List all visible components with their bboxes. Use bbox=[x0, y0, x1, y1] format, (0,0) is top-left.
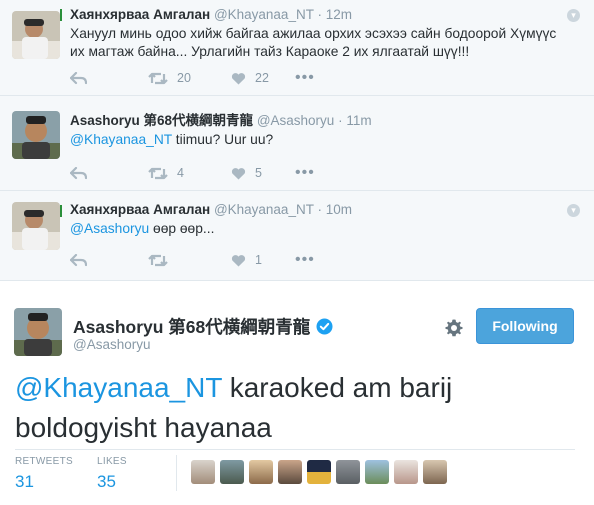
conversation-thread: Хаянхярваа Амгалан @Khayanaa_NT · 12m Ха… bbox=[0, 0, 594, 281]
user-handle[interactable]: @Asashoryu bbox=[257, 113, 335, 128]
retweet-icon bbox=[148, 167, 168, 179]
tweet-body: өөр өөр... bbox=[149, 221, 215, 236]
liker-avatar[interactable] bbox=[191, 460, 215, 484]
avatar[interactable] bbox=[12, 111, 60, 159]
retweet-icon bbox=[148, 254, 168, 266]
tweet-text: @Asashoryu өөр өөр... bbox=[70, 220, 594, 238]
avatar[interactable] bbox=[12, 202, 60, 250]
timestamp[interactable]: 11m bbox=[346, 113, 371, 128]
like-button[interactable]: 1 bbox=[231, 253, 295, 267]
divider bbox=[15, 449, 575, 450]
retweet-count: 20 bbox=[177, 71, 191, 85]
retweet-icon bbox=[148, 72, 168, 84]
retweet-count: 31 bbox=[15, 472, 34, 491]
liker-avatar[interactable] bbox=[336, 460, 360, 484]
display-name-text: Asashoryu 第68代横綱朝青龍 bbox=[73, 317, 311, 337]
verified-badge-icon bbox=[316, 318, 333, 335]
following-button[interactable]: Following bbox=[476, 308, 574, 344]
tweet-text: @Khayanaa_NT karaoked am barij boldogyis… bbox=[15, 368, 580, 448]
separator: · bbox=[317, 202, 322, 217]
permalink-tweet: Asashoryu 第68代横綱朝青龍 @Asashoryu Following… bbox=[0, 287, 594, 505]
display-name[interactable]: Asashoryu 第68代横綱朝青龍 bbox=[73, 314, 333, 339]
reply-button[interactable] bbox=[70, 71, 148, 85]
thread-tweet[interactable]: Хаянхярваа Амгалан @Khayanaa_NT · 12m Ха… bbox=[0, 0, 594, 96]
retweets-stat[interactable]: RETWEETS 31 bbox=[15, 456, 73, 492]
liker-avatar[interactable] bbox=[220, 460, 244, 484]
reply-icon bbox=[70, 253, 87, 266]
tweet-actions: 20 22 ••• bbox=[70, 67, 315, 89]
tweet-text: Хануул минь одоо хийж байгаа ажилаа орхи… bbox=[70, 26, 557, 59]
reply-icon bbox=[70, 166, 87, 179]
like-count: 22 bbox=[255, 71, 269, 85]
like-icon bbox=[231, 72, 246, 84]
separator: · bbox=[317, 7, 322, 22]
user-handle[interactable]: @Khayanaa_NT bbox=[214, 202, 314, 217]
avatar[interactable] bbox=[12, 11, 60, 59]
like-count: 35 bbox=[97, 472, 116, 491]
tweet-body: tiimuu? Uur uu? bbox=[171, 132, 274, 147]
mention-link[interactable]: @Asashoryu bbox=[70, 221, 149, 236]
reply-icon bbox=[70, 71, 87, 84]
liker-avatar[interactable] bbox=[394, 460, 418, 484]
retweet-count: 4 bbox=[177, 166, 184, 180]
display-name[interactable]: Asashoryu 第68代横綱朝青龍 bbox=[70, 113, 253, 128]
tweet-header: Хаянхярваа Амгалан @Khayanaa_NT · 12m bbox=[70, 0, 594, 24]
more-icon[interactable]: ••• bbox=[295, 69, 315, 87]
tweet-text: @Khayanaa_NT tiimuu? Uur uu? bbox=[70, 131, 594, 149]
tweet-actions: 1 ••• bbox=[70, 249, 315, 271]
liker-avatar[interactable] bbox=[307, 460, 331, 484]
user-handle[interactable]: @Khayanaa_NT bbox=[214, 7, 314, 22]
liker-avatars bbox=[191, 460, 452, 484]
liker-avatar[interactable] bbox=[278, 460, 302, 484]
timestamp[interactable]: 10m bbox=[326, 202, 352, 217]
more-icon[interactable]: ••• bbox=[295, 251, 315, 269]
like-button[interactable]: 5 bbox=[231, 166, 295, 180]
conversation-connector bbox=[60, 9, 62, 21]
likes-stat[interactable]: LIKES 35 bbox=[97, 456, 127, 492]
divider bbox=[176, 455, 177, 491]
mention-link[interactable]: @Khayanaa_NT bbox=[15, 372, 222, 403]
like-count: 5 bbox=[255, 166, 262, 180]
display-name[interactable]: Хаянхярваа Амгалан bbox=[70, 202, 210, 217]
display-name[interactable]: Хаянхярваа Амгалан bbox=[70, 7, 210, 22]
like-icon bbox=[231, 254, 246, 266]
thread-tweet[interactable]: Asashoryu 第68代横綱朝青龍 @Asashoryu · 11m @Kh… bbox=[0, 96, 594, 191]
reply-button[interactable] bbox=[70, 166, 148, 180]
liker-avatar[interactable] bbox=[423, 460, 447, 484]
caret-down-icon[interactable]: ▾ bbox=[567, 204, 580, 217]
conversation-connector bbox=[60, 205, 62, 217]
retweet-button[interactable] bbox=[148, 254, 231, 267]
liker-avatar[interactable] bbox=[365, 460, 389, 484]
reply-button[interactable] bbox=[70, 253, 148, 267]
user-handle[interactable]: @Asashoryu bbox=[73, 337, 151, 352]
caret-down-icon[interactable]: ▾ bbox=[567, 9, 580, 22]
tweet-header: Asashoryu 第68代横綱朝青龍 @Asashoryu · 11m bbox=[70, 96, 594, 130]
like-button[interactable]: 22 bbox=[231, 71, 295, 85]
more-icon[interactable]: ••• bbox=[295, 164, 315, 182]
mention-link[interactable]: @Khayanaa_NT bbox=[70, 132, 172, 147]
stat-label: RETWEETS bbox=[15, 456, 73, 467]
tweet-header: Хаянхярваа Амгалан @Khayanaa_NT · 10m bbox=[70, 191, 594, 219]
liker-avatar[interactable] bbox=[249, 460, 273, 484]
thread-tweet[interactable]: Хаянхярваа Амгалан @Khayanaa_NT · 10m @A… bbox=[0, 191, 594, 281]
like-icon bbox=[231, 167, 246, 179]
timestamp[interactable]: 12m bbox=[326, 7, 352, 22]
stat-label: LIKES bbox=[97, 456, 127, 467]
like-count: 1 bbox=[255, 253, 262, 267]
retweet-button[interactable]: 4 bbox=[148, 166, 231, 180]
gear-icon[interactable] bbox=[444, 318, 464, 338]
tweet-actions: 4 5 ••• bbox=[70, 162, 315, 184]
avatar[interactable] bbox=[14, 308, 62, 356]
separator: · bbox=[338, 113, 343, 128]
retweet-button[interactable]: 20 bbox=[148, 71, 231, 85]
